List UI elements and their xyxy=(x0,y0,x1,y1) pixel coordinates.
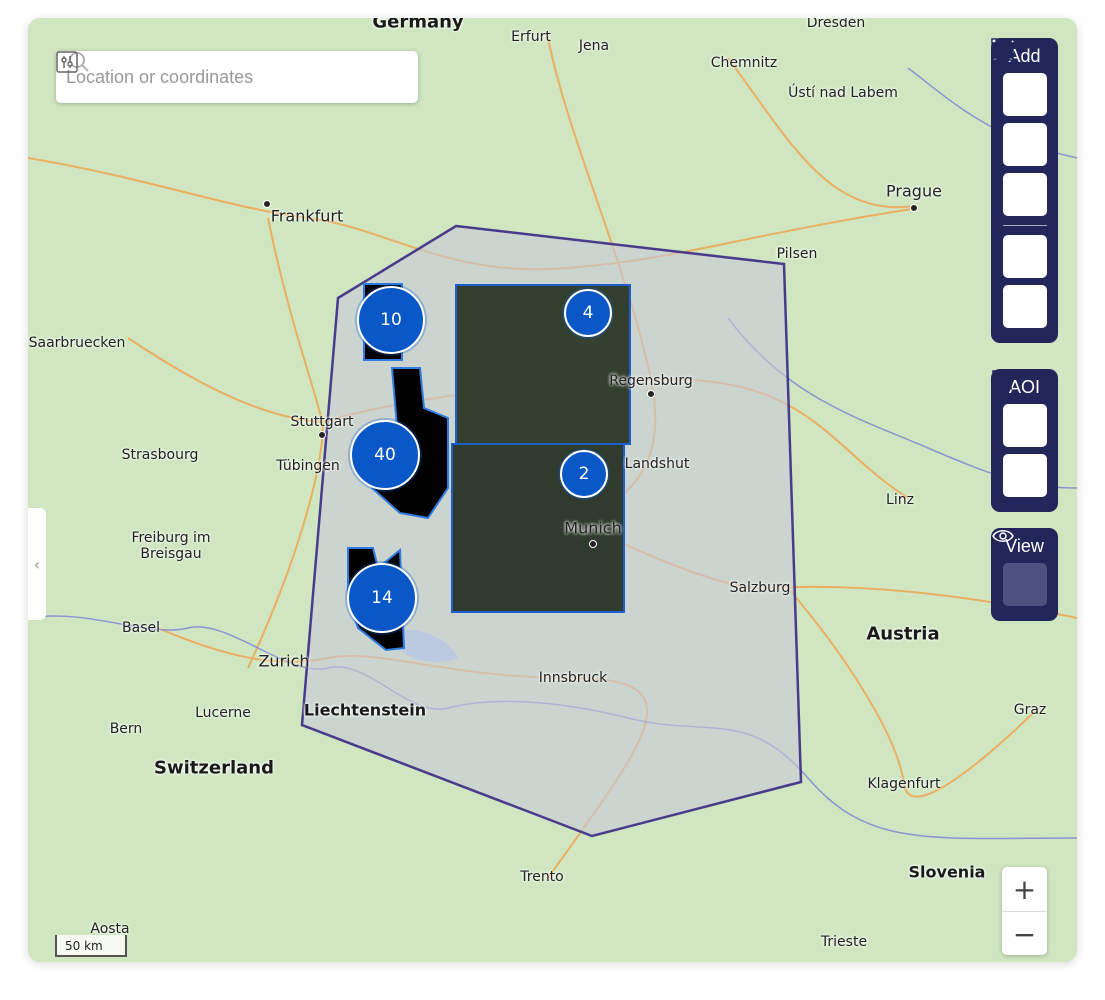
city-label: Landshut xyxy=(624,456,690,472)
city-label: Trieste xyxy=(820,934,868,950)
aoi-panel: AOI xyxy=(991,369,1058,512)
city-label: Munich xyxy=(564,518,622,538)
city-dot xyxy=(910,204,918,212)
country-label: Germany xyxy=(372,18,464,33)
cluster-marker[interactable]: 2 xyxy=(560,450,608,498)
divider xyxy=(1002,225,1047,226)
city-label: Regensburg xyxy=(609,373,693,389)
city-label: Chemnitz xyxy=(710,55,778,71)
country-label: Austria xyxy=(866,623,940,645)
filter-sliders-icon[interactable] xyxy=(56,51,78,73)
zoom-in-button[interactable]: + xyxy=(1002,867,1047,912)
city-label: Trento xyxy=(520,869,564,885)
zoom-out-button[interactable]: − xyxy=(1002,912,1047,956)
country-label: Liechtenstein xyxy=(303,700,427,720)
save-aoi-button[interactable] xyxy=(992,370,1047,447)
city-label: Klagenfurt xyxy=(867,776,941,792)
trash-icon xyxy=(994,370,1010,390)
search-bar xyxy=(56,51,418,103)
cluster-marker[interactable]: 10 xyxy=(357,286,425,354)
city-label: Pilsen xyxy=(776,246,818,262)
city-dot xyxy=(589,540,597,548)
city-dot xyxy=(318,431,326,439)
city-label: Freiburg im Breisgau xyxy=(131,530,211,562)
scale-bar: 50 km xyxy=(55,935,127,957)
search-input[interactable] xyxy=(64,65,418,89)
city-dot xyxy=(647,390,655,398)
add-panel: Add xyxy=(991,38,1058,343)
city-label: Prague xyxy=(886,181,942,201)
country-label: Slovenia xyxy=(908,862,986,882)
cluster-marker[interactable]: 14 xyxy=(347,563,417,633)
chevron-left-icon: ‹ xyxy=(33,554,41,574)
zoom-control: + − xyxy=(1002,867,1047,955)
eye-icon xyxy=(992,530,1014,542)
city-label: Ústí nad Labem xyxy=(788,85,898,101)
city-label: Bern xyxy=(109,721,143,737)
delete-aoi-button[interactable] xyxy=(994,370,1047,497)
draw-polygon-button[interactable] xyxy=(991,38,1047,116)
city-label: Linz xyxy=(886,492,914,508)
city-label: Zurich xyxy=(258,651,310,671)
upload-button[interactable] xyxy=(993,40,1047,278)
collapse-sidebar-button[interactable]: ‹ xyxy=(28,508,46,620)
map-layers xyxy=(28,37,1077,879)
draw-rectangle-button[interactable] xyxy=(991,38,1047,166)
country-label: Switzerland xyxy=(154,757,274,779)
city-label: Saarbruecken xyxy=(28,335,126,351)
city-label: Lucerne xyxy=(195,705,251,721)
city-label: Erfurt xyxy=(511,29,551,45)
city-label: Tübingen xyxy=(276,458,340,474)
view-panel: View xyxy=(991,528,1058,621)
city-label: Jena xyxy=(578,38,610,54)
city-label: Stuttgart xyxy=(290,414,354,430)
cluster-marker[interactable]: 4 xyxy=(564,289,612,337)
city-label: Basel xyxy=(122,620,160,636)
city-label: Dresden xyxy=(806,18,866,31)
map-canvas[interactable]: Germany Austria Liechtenstein Switzerlan… xyxy=(28,18,1077,962)
catalog-button[interactable] xyxy=(992,39,1047,328)
add-pin-button[interactable] xyxy=(993,39,1047,216)
cluster-marker[interactable]: 40 xyxy=(350,420,420,490)
city-label: Graz xyxy=(1013,702,1047,718)
city-label: Strasbourg xyxy=(121,447,199,463)
aoi-title: AOI xyxy=(1008,377,1040,397)
city-label: Salzburg xyxy=(729,580,791,596)
book-icon xyxy=(992,39,1014,61)
city-label: Innsbruck xyxy=(538,670,608,686)
toggle-visibility-button[interactable] xyxy=(992,530,1047,606)
city-dot xyxy=(263,200,271,208)
city-label: Frankfurt xyxy=(270,206,344,226)
